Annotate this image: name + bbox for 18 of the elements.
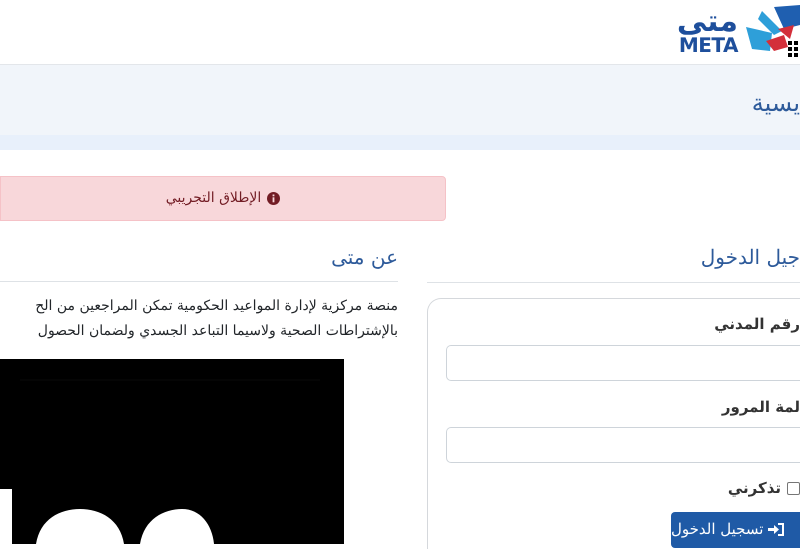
section-heading: عن متى (331, 244, 398, 271)
remember-checkbox[interactable] (787, 482, 800, 495)
paragraph-line: منصة مركزية لإدارة المواعيد الحكومية تمكن المراجعين من الح (35, 297, 398, 316)
sign-in-icon (768, 523, 784, 536)
field-label: رقم المدني (714, 314, 800, 335)
login-button[interactable]: تسجيل الدخول (671, 512, 800, 548)
field-label: لمة المرور (722, 396, 800, 418)
page-title: يسية (752, 88, 800, 119)
checkbox-label: تذكرني (728, 478, 781, 499)
logo-icon (744, 5, 800, 59)
section-heading: جيل الدخول (700, 244, 800, 271)
input-field[interactable] (446, 427, 800, 463)
paragraph-line: بالإشتراطات الصحية ولاسيما التباعد الجسدي ولضمان الحصول (38, 322, 398, 341)
input-field[interactable] (446, 344, 800, 380)
logo-latin-text: META (678, 35, 738, 55)
alert-text: الإطلاق التجريبي (166, 189, 262, 208)
info-icon (267, 192, 280, 205)
logo-arabic-text: متى (676, 9, 738, 35)
